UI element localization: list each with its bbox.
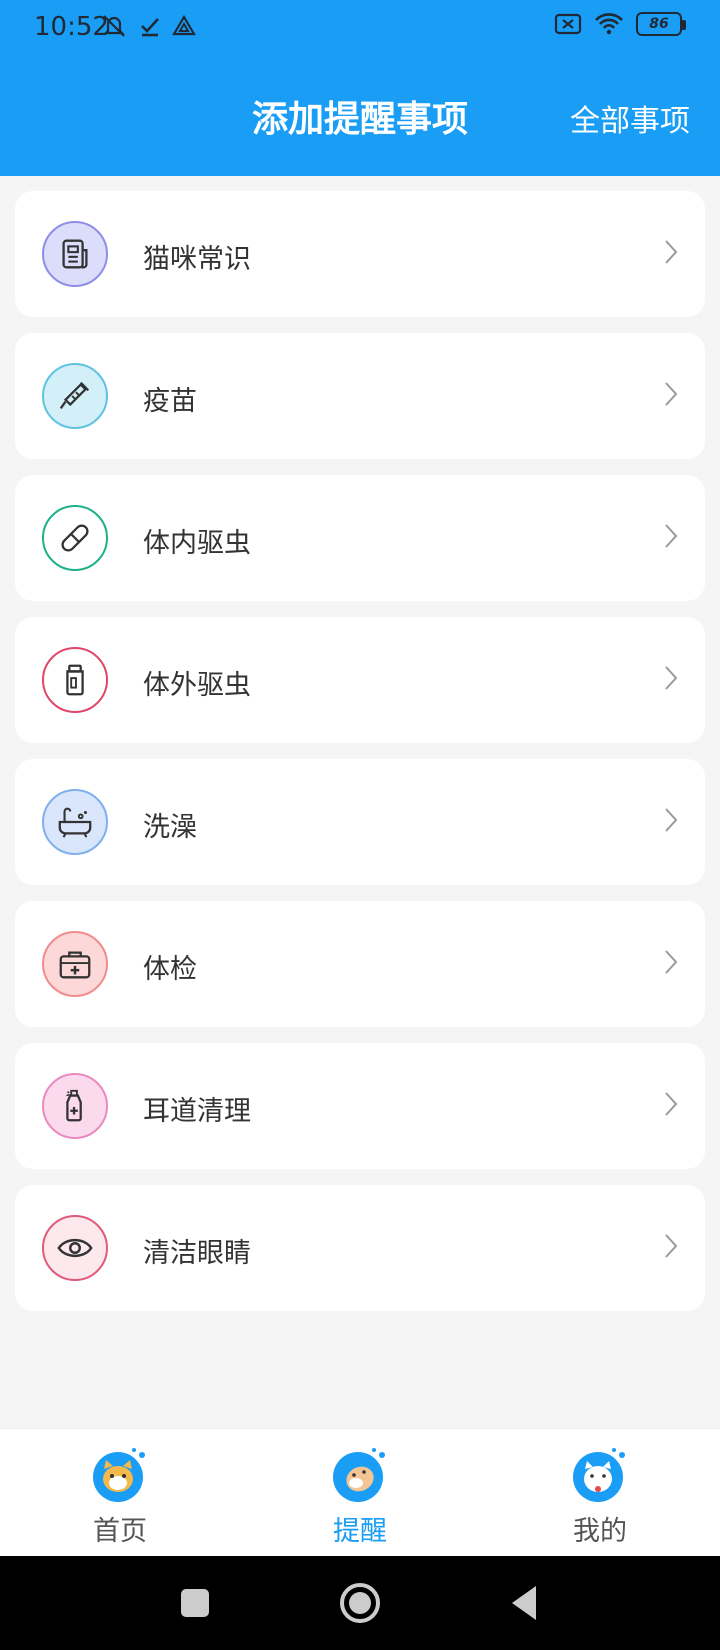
tab-reminder[interactable]: 提醒: [240, 1429, 480, 1556]
tab-label: 首页: [93, 1516, 147, 1547]
bathtub-icon: [42, 789, 108, 855]
eye-icon: [42, 1215, 108, 1281]
chevron-right-icon: [665, 950, 678, 974]
chevron-right-icon: [665, 1234, 678, 1258]
recents-button[interactable]: [172, 1580, 218, 1626]
home-button[interactable]: [337, 1580, 383, 1626]
list-item-ear-cleaning[interactable]: 耳道清理: [15, 1043, 705, 1169]
list-item-cat-knowledge[interactable]: 猫咪常识: [15, 191, 705, 317]
list-item-label: 洗澡: [143, 812, 197, 843]
chevron-right-icon: [665, 808, 678, 832]
chevron-right-icon: [665, 666, 678, 690]
list-item-label: 体内驱虫: [143, 528, 251, 559]
bottom-tab-bar: 首页 提醒 我的: [0, 1428, 720, 1556]
chevron-right-icon: [665, 382, 678, 406]
list-item-label: 猫咪常识: [143, 244, 251, 275]
bell-off-icon: [103, 15, 125, 37]
bottle-icon: [42, 647, 108, 713]
drive-icon: [172, 14, 196, 36]
chevron-right-icon: [665, 524, 678, 548]
chevron-right-icon: [665, 240, 678, 264]
newspaper-icon: [42, 221, 108, 287]
pill-icon: [42, 505, 108, 571]
status-bar: 10:52 86: [0, 0, 720, 56]
spray-bottle-icon: [42, 1073, 108, 1139]
tab-profile[interactable]: 我的: [480, 1429, 720, 1556]
list-item-label: 疫苗: [143, 386, 197, 417]
chevron-right-icon: [665, 1092, 678, 1116]
syringe-icon: [42, 363, 108, 429]
status-time: 10:52: [34, 12, 109, 42]
list-item-label: 耳道清理: [143, 1096, 251, 1127]
battery-icon: 86: [636, 12, 686, 36]
system-nav-bar: [0, 1556, 720, 1650]
sim-off-icon: [554, 13, 582, 35]
tab-label: 提醒: [333, 1516, 387, 1547]
list-item-label: 体外驱虫: [143, 670, 251, 701]
cat-reminder-icon: [333, 1448, 385, 1502]
status-left-icons: [100, 12, 196, 40]
list-item-label: 清洁眼睛: [143, 1238, 251, 1269]
wifi-icon: [595, 13, 623, 35]
list-item-vaccine[interactable]: 疫苗: [15, 333, 705, 459]
list-item-bath[interactable]: 洗澡: [15, 759, 705, 885]
medical-kit-icon: [42, 931, 108, 997]
list-item-internal-deworming[interactable]: 体内驱虫: [15, 475, 705, 601]
list-item-checkup[interactable]: 体检: [15, 901, 705, 1027]
list-item-label: 体检: [143, 954, 197, 985]
list-item-eye-cleaning[interactable]: 清洁眼睛: [15, 1185, 705, 1311]
list-item-external-deworming[interactable]: 体外驱虫: [15, 617, 705, 743]
cat-profile-icon: [573, 1448, 625, 1502]
check-icon: [141, 18, 159, 37]
status-right-icons: 86: [554, 12, 686, 36]
back-button[interactable]: [502, 1580, 548, 1626]
tab-home[interactable]: 首页: [0, 1429, 240, 1556]
tab-label: 我的: [573, 1516, 627, 1547]
header: 添加提醒事项 全部事项: [0, 56, 720, 176]
cat-home-icon: [93, 1448, 145, 1502]
reminder-list: 猫咪常识 疫苗 体内驱虫 体外驱虫 洗澡 体检 耳道清理 清洁眼睛: [15, 191, 705, 1327]
all-items-button[interactable]: 全部事项: [570, 96, 690, 140]
